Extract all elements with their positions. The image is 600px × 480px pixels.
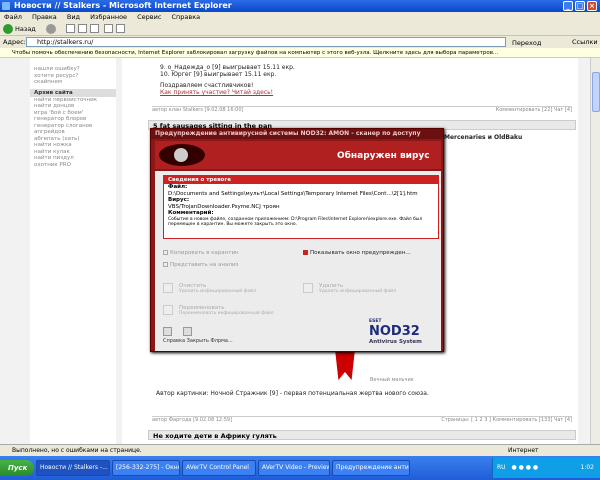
back-label: Назад — [15, 25, 36, 33]
dialog-title: Предупреждение антивирусной системы NOD3… — [151, 129, 443, 139]
close-button[interactable]: × — [587, 1, 597, 11]
status-bar: Выполнено, но с ошибками на странице. Ин… — [0, 444, 600, 456]
forward-icon — [46, 24, 56, 34]
file-label: Файл: — [168, 184, 188, 190]
system-tray: RU ● ● ● ● 1:02 — [492, 458, 600, 478]
left-sidebar: нашли ошибку? хотите ресурс? скайпнем Ар… — [30, 58, 116, 444]
info-bar[interactable]: Чтобы помочь обеспечению безопасности, I… — [0, 48, 600, 58]
alert-details: Сведения о тревоге Файл: D:\Documents an… — [163, 175, 439, 239]
analysis-checkbox[interactable]: Представить на анализ — [163, 261, 239, 269]
comment-value: Событие в новом файле, созданном приложе… — [168, 216, 423, 228]
address-bar: Адрес: http://stalkers.ru/ Переход Ссылк… — [0, 36, 600, 48]
delete-action[interactable]: Удалить Удалить инфицированный файл — [303, 283, 433, 303]
close-dialog-icon[interactable] — [183, 327, 192, 336]
quarantine-checkbox[interactable]: Копировать в карантин — [163, 249, 239, 257]
address-label: Адрес: — [3, 38, 26, 46]
virus-label: Вирус: — [168, 197, 190, 203]
clean-desc: Удалить инфицированный файл — [179, 289, 256, 294]
forward-button[interactable] — [46, 24, 58, 34]
task-chat[interactable]: [256-332-275] - Окно со... — [112, 460, 180, 476]
checkbox-icon — [303, 250, 308, 255]
file-value: D:\Documents and Settings\мульт\Local Se… — [168, 190, 418, 197]
taskbar: Пуск Новости // Stalkers -... [256-332-2… — [0, 456, 600, 480]
ie-icon — [2, 2, 10, 10]
address-input[interactable]: http://stalkers.ru/ — [26, 37, 506, 47]
logo-sub: Antivirus System — [369, 339, 422, 345]
back-icon — [3, 24, 13, 34]
post-comments[interactable]: Страницы: [ 1 2 3 ] Комментировать [133]… — [441, 417, 572, 423]
help-icon[interactable] — [163, 327, 172, 336]
sidebar-item[interactable]: охотник PRO — [30, 162, 116, 169]
minimize-button[interactable]: _ — [563, 1, 573, 11]
nod32-logo: ESET NOD32 Antivirus System — [369, 319, 435, 349]
nod32-eye-icon — [159, 144, 205, 166]
back-button[interactable]: Назад — [3, 24, 36, 34]
language-indicator[interactable]: RU — [497, 464, 506, 471]
window-titlebar: Новости // Stalkers - Microsoft Internet… — [0, 0, 600, 12]
menu-tools[interactable]: Сервис — [137, 13, 161, 21]
delete-desc: Удалить инфицированный файл — [319, 289, 396, 294]
clock: 1:02 — [580, 464, 594, 471]
rename-action[interactable]: Переименовать Переименовать инфицированн… — [163, 305, 293, 325]
menu-view[interactable]: Вид — [67, 13, 80, 21]
show-window-checkbox[interactable]: Показывать окно предупрежден... — [303, 249, 411, 257]
checkbox-icon — [163, 262, 168, 267]
how-to-link[interactable]: Как принять участие? Читай здесь! — [160, 89, 273, 97]
logo-main: NOD32 — [369, 324, 420, 339]
author-line: Автор картинки: Ночной Стражник [9] - пе… — [156, 390, 429, 397]
task-nod32[interactable]: Предупреждение анти... — [332, 460, 410, 476]
menu-edit[interactable]: Правка — [32, 13, 57, 21]
menu-bar: Файл Правка Вид Избранное Сервис Справка — [0, 12, 600, 22]
stop-icon[interactable] — [66, 24, 75, 33]
sidebar-item[interactable]: скайпнем — [30, 79, 116, 86]
comment-label: Комментарий: — [168, 210, 214, 216]
toolbar: Назад — [0, 22, 600, 36]
tray-icons[interactable]: ● ● ● ● — [511, 464, 538, 471]
post-author[interactable]: автор клан Stalkers [9.02.08 16:00] — [152, 107, 244, 113]
menu-file[interactable]: Файл — [4, 13, 22, 21]
mercs-text: Mercenaries и OldBaku — [444, 134, 523, 141]
task-ie[interactable]: Новости // Stalkers -... — [36, 460, 110, 476]
nod32-alert-dialog: Предупреждение антивирусной системы NOD3… — [150, 128, 444, 352]
links-button[interactable]: Ссылки — [572, 36, 598, 48]
task-avertv-video[interactable]: AVerTV Video - Preview — [258, 460, 330, 476]
post-author[interactable]: автор Фаргода [9.02.08 12:59] — [152, 417, 232, 423]
analysis-label: Представить на анализ — [170, 262, 239, 268]
rename-desc: Переименовать инфицированный файл — [179, 311, 274, 316]
post-meta: автор Фаргода [9.02.08 12:59] Страницы: … — [152, 416, 572, 423]
show-window-label: Показывать окно предупрежден... — [310, 250, 411, 256]
menu-favorites[interactable]: Избранное — [90, 13, 127, 21]
image-caption: Вечный мальчик — [370, 377, 414, 383]
menu-help[interactable]: Справка — [172, 13, 201, 21]
rename-icon — [163, 305, 173, 315]
scrollbar-thumb[interactable] — [592, 72, 600, 112]
favorites-icon[interactable] — [116, 24, 125, 33]
checkbox-icon — [163, 250, 168, 255]
maximize-button[interactable]: □ — [575, 1, 585, 11]
start-button[interactable]: Пуск — [0, 460, 34, 476]
post-meta: автор клан Stalkers [9.02.08 16:00] Комм… — [152, 106, 572, 113]
clean-action[interactable]: Очистить Удалить инфицированный файл — [163, 283, 293, 303]
dialog-heading: Обнаружен вирус — [337, 151, 430, 161]
quarantine-label: Копировать в карантин — [170, 250, 239, 256]
clean-icon — [163, 283, 173, 293]
refresh-icon[interactable] — [78, 24, 87, 33]
dialog-panel: Сведения о тревоге Файл: D:\Documents an… — [155, 171, 441, 351]
status-text: Выполнено, но с ошибками на странице. — [12, 447, 142, 454]
vertical-scrollbar[interactable] — [590, 58, 600, 444]
home-icon[interactable] — [90, 24, 99, 33]
sidebar-header: Архив сайта — [30, 88, 116, 97]
winner-line: 10. Юргег [9] выигрывает 15.11 екр. — [160, 71, 277, 78]
window-title: Новости // Stalkers - Microsoft Internet… — [14, 1, 232, 10]
dialog-header: Обнаружен вирус — [155, 141, 441, 169]
task-avertv-control[interactable]: AVerTV Control Panel — [182, 460, 256, 476]
dialog-footer[interactable]: Справка Закрыть Флрма... — [163, 338, 233, 344]
alert-header: Сведения о тревоге — [164, 176, 438, 184]
delete-icon — [303, 283, 313, 293]
section-title: Не ходите дети в Африку гулять — [148, 430, 576, 440]
post-comments[interactable]: Комментировать [22] Чат [4] — [496, 107, 572, 113]
search-icon[interactable] — [104, 24, 113, 33]
